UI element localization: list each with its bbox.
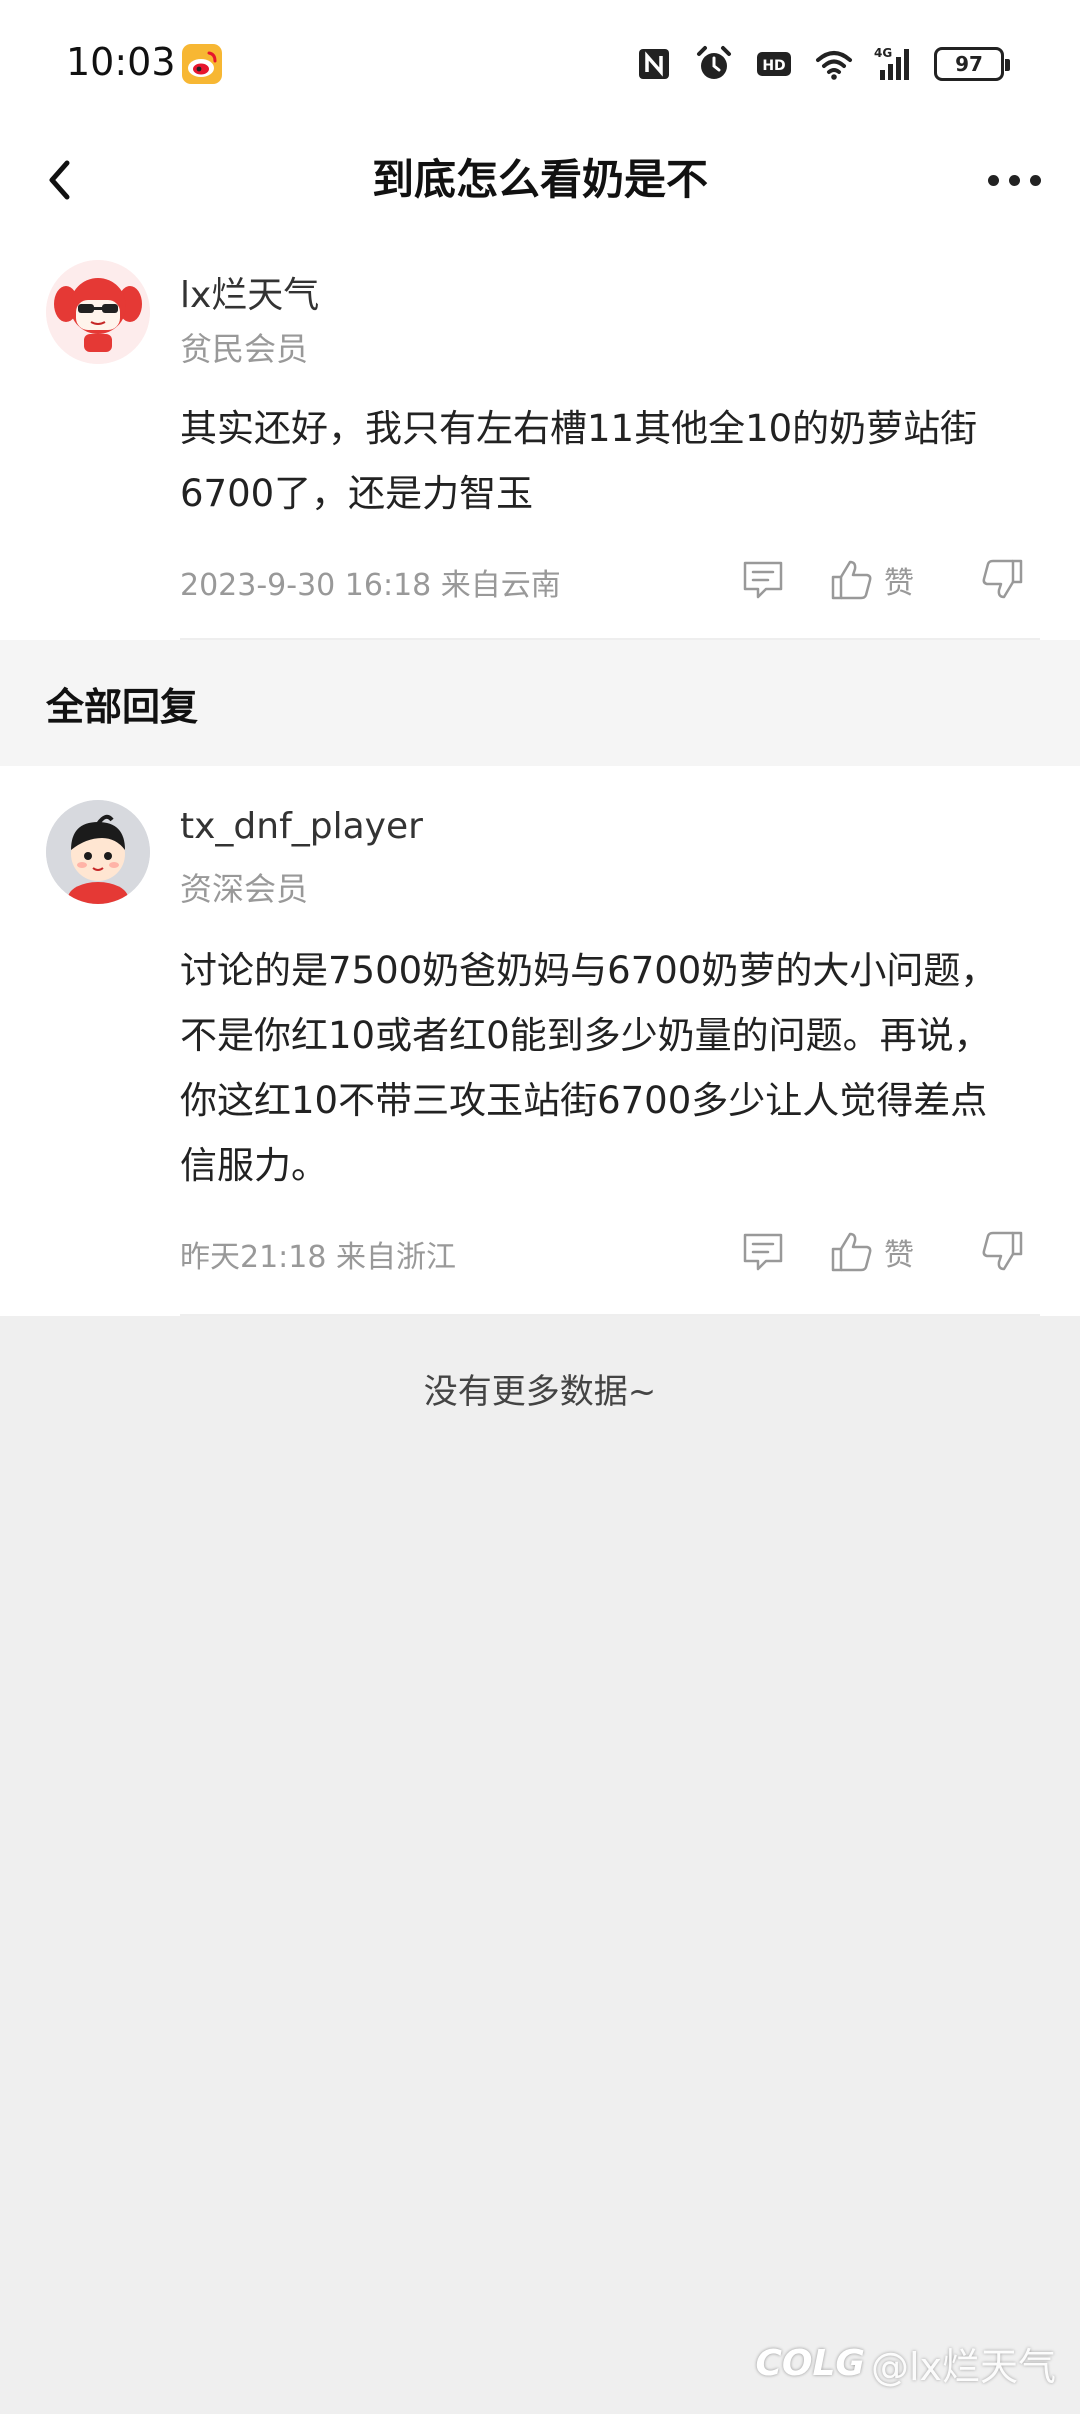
like-button[interactable]: 赞 [830,558,914,602]
comment-meta: 2023-9-30 16:18 来自云南 [180,568,561,603]
dislike-button[interactable] [980,1230,1024,1272]
svg-text:4G: 4G [874,46,892,60]
reply-button[interactable] [742,560,784,600]
wifi-icon [816,51,852,80]
avatar-boy-icon [46,800,150,904]
battery-icon: 97 [934,47,1010,81]
status-time: 10:03 [66,40,176,84]
more-dots-icon [987,174,999,186]
signal-4g-icon: 4G [874,46,909,80]
like-label: 赞 [884,566,914,601]
section-title: 全部回复 [46,685,199,729]
nav-header: 到底怎么看奶是不 [0,120,1080,244]
colg-logo: COLG [755,2343,865,2384]
comment-content: 其实还好，我只有左右槽11其他全10的奶萝站街6700了，还是力智玉 [180,407,978,515]
avatar[interactable] [46,260,150,364]
page-title: 到底怎么看奶是不 [371,155,708,204]
username[interactable]: tx_dnf_player [180,806,423,847]
avatar-girl-icon [46,260,150,364]
svg-text:HD: HD [762,58,785,74]
hd-icon: HD [757,52,791,76]
weibo-icon [182,44,222,84]
comment-icon [743,1233,783,1271]
member-level: 贫民会员 [180,330,309,368]
comment-icon [743,561,783,599]
watermark-text: @lx烂天气 [870,2345,1056,2389]
like-label: 赞 [884,1238,914,1273]
more-button[interactable] [974,140,1054,220]
nfc-icon [639,49,669,79]
alarm-icon [697,46,731,79]
thumbs-up-icon [831,560,872,600]
main-comment: lx烂天气 贫民会员 其实还好，我只有左右槽11其他全10的奶萝站街6700了，… [0,244,1080,640]
thumbs-down-icon [982,559,1023,599]
section-header: 全部回复 [0,640,1080,766]
status-bar: 10:03 HD 4G 97 [0,0,1080,120]
username[interactable]: lx烂天气 [180,266,319,318]
reply-content: 讨论的是7500奶爸奶妈与6700奶萝的大小问题，不是你红10或者红0能到多少奶… [180,949,998,1187]
divider [180,1314,1040,1316]
reply-meta: 昨天21:18 来自浙江 [180,1240,456,1275]
more-dot [1029,174,1041,186]
like-button[interactable]: 赞 [830,1230,914,1274]
reply-button[interactable] [742,1232,784,1272]
more-dot [1008,174,1020,186]
member-level: 资深会员 [180,870,309,908]
status-icons: HD 4G 97 [634,44,1010,84]
no-more-data: 没有更多数据~ [423,1372,657,1412]
watermark: COLG @lx烂天气 [755,2336,1056,2391]
thumbs-down-icon [982,1231,1023,1271]
thumbs-up-icon [831,1232,872,1272]
battery-level: 97 [955,52,983,76]
avatar[interactable] [46,800,150,904]
app-root: 10:03 HD 4G 97 到底怎么看奶是不 lx烂天气 贫民会员 其实还好，… [0,0,1080,2414]
dislike-button[interactable] [980,558,1024,600]
reply-item: tx_dnf_player 资深会员 讨论的是7500奶爸奶妈与6700奶萝的大… [0,766,1080,1316]
